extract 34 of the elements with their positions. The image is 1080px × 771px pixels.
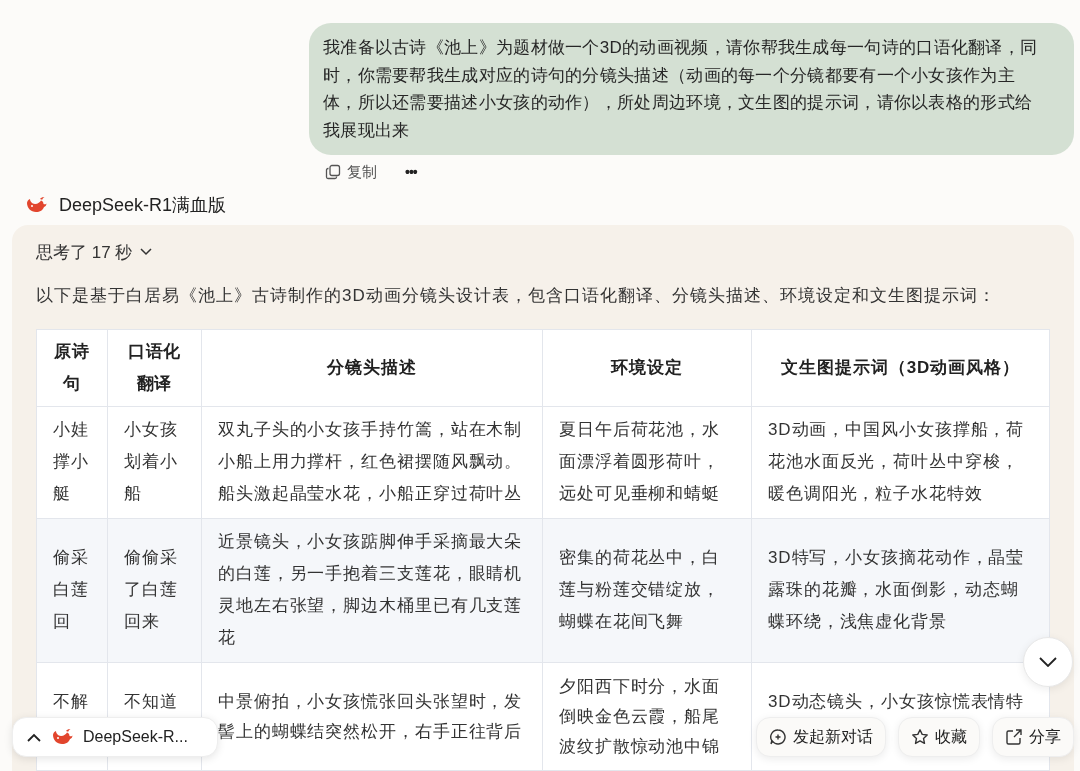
- chevron-up-icon: [27, 732, 41, 742]
- table-cell: 小女孩划着小船: [107, 406, 202, 519]
- table-cell: 近景镜头，小女孩踮脚伸手采摘最大朵的白莲，另一手抱着三支莲花，眼睛机灵地左右张望，脚边木桶里已有几支莲花: [201, 518, 543, 663]
- table-cell: 偷采白莲回: [36, 518, 108, 663]
- star-icon: [911, 728, 929, 746]
- copy-button[interactable]: 复制: [325, 162, 377, 182]
- table-cell: 偷偷采了白莲回来: [107, 518, 202, 663]
- table-cell: 小娃撑小艇: [36, 406, 108, 519]
- table-cell: 双丸子头的小女孩手持竹篙，站在木制小船上用力撑杆，红色裙摆随风飘动。船头激起晶莹水花，小船正穿过荷叶丛: [201, 406, 543, 519]
- copy-icon: [325, 164, 341, 180]
- favorite-button[interactable]: 收藏: [898, 717, 980, 757]
- table-cell: 3D特写，小女孩摘花动作，晶莹露珠的花瓣，水面倒影，动态蝴蝶环绕，浅焦虚化背景: [751, 518, 1050, 663]
- column-header: 分镜头描述: [201, 329, 543, 407]
- assistant-name: DeepSeek-R1满血版: [59, 194, 227, 217]
- thinking-toggle[interactable]: 思考了 17 秒: [36, 239, 153, 265]
- table-cell: 夏日午后荷花池，水面漂浮着圆形荷叶，远处可见垂柳和蜻蜓: [542, 406, 752, 519]
- table-cell: 夕阳西下时分，水面倒映金色云霞，船尾波纹扩散惊动池中锦: [542, 662, 752, 771]
- model-pill[interactable]: DeepSeek-R...: [12, 717, 218, 757]
- message-bubble: 我准备以古诗《池上》为题材做一个3D的动画视频，请你帮我生成每一句诗的口语化翻译，同时，你需要帮我生成对应的诗句的分镜头描述（动画的每一个分镜都要有一个小女孩作为主体，所以还需要描述小女孩的动作），所处周边环境，文生图的提示词，请你以表格的形式给我展现出来: [309, 23, 1074, 155]
- column-header: 原诗句: [36, 329, 108, 407]
- chat-plus-icon: [769, 728, 787, 746]
- whale-logo-icon: [51, 728, 73, 746]
- new-chat-button[interactable]: 发起新对话: [756, 717, 886, 757]
- more-button[interactable]: •••: [405, 164, 417, 180]
- table-cell: 3D动画，中国风小女孩撑船，荷花池水面反光，荷叶丛中穿梭，暖色调阳光，粒子水花特效: [751, 406, 1050, 519]
- intro-text: 以下是基于白居易《池上》古诗制作的3D动画分镜头设计表，包含口语化翻译、分镜头描述、环境设定和文生图提示词：: [36, 285, 997, 307]
- column-header: 环境设定: [542, 329, 752, 407]
- whale-logo-icon: [25, 196, 47, 214]
- share-icon: [1005, 728, 1023, 746]
- table-cell: 密集的荷花丛中，白莲与粉莲交错绽放，蝴蝶在花间飞舞: [542, 518, 752, 663]
- column-header: 口语化翻译: [107, 329, 202, 407]
- column-header: 文生图提示词（3D动画风格）: [751, 329, 1050, 407]
- chevron-down-icon: [1039, 657, 1057, 667]
- share-button[interactable]: 分享: [992, 717, 1074, 757]
